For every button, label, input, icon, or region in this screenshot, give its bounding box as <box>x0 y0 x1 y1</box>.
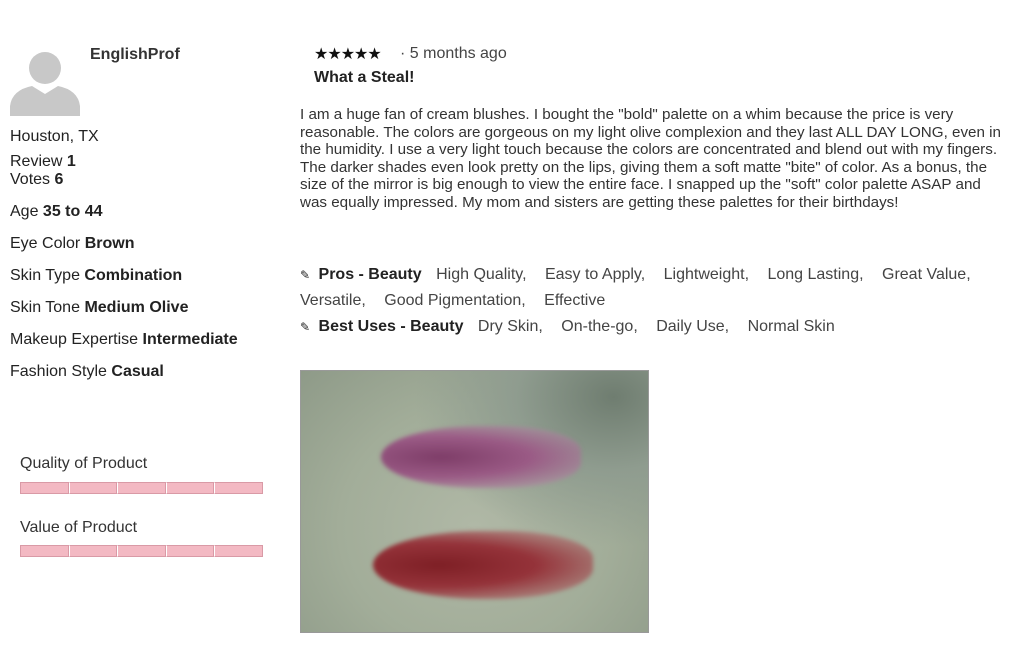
votes-label: Votes <box>10 171 51 188</box>
attr-label: Age <box>10 203 39 220</box>
attr-label: Skin Type <box>10 267 80 284</box>
reviewer-attr-eye-color: Eye Color Brown <box>10 235 134 253</box>
rating-segment <box>214 545 263 557</box>
pro-tag: Effective <box>544 292 606 309</box>
review-count-value: 1 <box>66 153 76 170</box>
pros-tags: ✎ Pros - Beauty High Quality, Easy to Ap… <box>300 266 985 284</box>
best-uses-label: Best Uses - Beauty <box>318 318 464 335</box>
attr-label: Eye Color <box>10 235 81 252</box>
pro-tag: Long Lasting, <box>767 266 864 283</box>
value-rating-bar <box>20 545 263 557</box>
reviewer-attr-skin-type: Skin Type Combination <box>10 267 182 285</box>
quality-rating-label: Quality of Product <box>20 455 148 472</box>
star-rating: ★★★★★ <box>314 46 382 63</box>
rating-segment <box>68 545 118 557</box>
best-use-tag: On-the-go, <box>561 318 638 335</box>
review-body: I am a huge fan of cream blushes. I boug… <box>300 106 1001 211</box>
best-use-tag: Dry Skin, <box>477 318 543 335</box>
avatar-icon <box>10 52 80 116</box>
pro-tag: Great Value, <box>882 266 971 283</box>
pro-tag: Versatile, <box>300 292 366 309</box>
reviewer-attr-fashion-style: Fashion Style Casual <box>10 363 164 381</box>
reviewer-location: Houston, TX <box>10 128 99 145</box>
review-photo[interactable] <box>300 370 649 633</box>
tag-icon: ✎ <box>300 320 311 334</box>
attr-label: Skin Tone <box>10 299 80 316</box>
reviewer-attr-age: Age 35 to 44 <box>10 203 103 221</box>
pros-tags-continued: Versatile, Good Pigmentation, Effective <box>300 292 619 310</box>
review-title: What a Steal! <box>314 69 415 86</box>
rating-segment <box>68 482 118 494</box>
value-rating-label: Value of Product <box>20 519 138 536</box>
pro-tag: Lightweight, <box>663 266 750 283</box>
rating-segment <box>165 482 215 494</box>
votes-value: 6 <box>54 171 64 188</box>
attr-label: Makeup Expertise <box>10 331 139 348</box>
rating-segment <box>20 482 69 494</box>
tag-icon: ✎ <box>300 268 311 282</box>
rating-segment <box>165 545 215 557</box>
rating-segment <box>117 545 166 557</box>
quality-rating-bar <box>20 482 263 494</box>
review-age: · 5 months ago <box>400 45 507 62</box>
rating-segment <box>20 545 69 557</box>
best-uses-tags: ✎ Best Uses - Beauty Dry Skin, On-the-go… <box>300 318 849 336</box>
red-swatch-streak <box>373 531 593 599</box>
reviewer-username[interactable]: EnglishProf <box>90 46 180 64</box>
pros-label: Pros - Beauty <box>318 266 422 283</box>
pro-tag: Good Pigmentation, <box>384 292 526 309</box>
rating-segment <box>214 482 263 494</box>
plum-swatch-streak <box>381 426 581 488</box>
rating-segment <box>117 482 166 494</box>
attr-value: Combination <box>84 267 183 284</box>
attr-value: Casual <box>111 363 164 380</box>
attr-value: Brown <box>84 235 135 252</box>
attr-value: Intermediate <box>142 331 238 348</box>
reviewer-attr-skin-tone: Skin Tone Medium Olive <box>10 299 188 317</box>
best-use-tag: Daily Use, <box>656 318 730 335</box>
reviewer-review-count: Review 1 <box>10 153 76 171</box>
pro-tag: Easy to Apply, <box>544 266 646 283</box>
attr-value: Medium Olive <box>84 299 189 316</box>
reviewer-attr-makeup-expertise: Makeup Expertise Intermediate <box>10 331 238 349</box>
best-use-tag: Normal Skin <box>747 318 835 335</box>
review-count-label: Review <box>10 153 63 170</box>
pro-tag: High Quality, <box>436 266 527 283</box>
attr-value: 35 to 44 <box>42 203 103 220</box>
reviewer-votes: Votes 6 <box>10 171 63 189</box>
attr-label: Fashion Style <box>10 363 107 380</box>
